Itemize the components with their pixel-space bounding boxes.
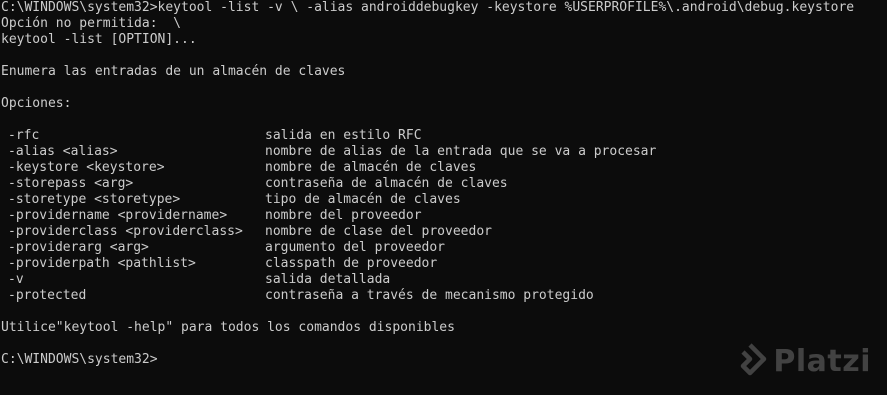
description-line: Enumera las entradas de un almacén de cl… [1, 64, 346, 79]
option-row: -alias <alias> nombre de alias de la ent… [1, 144, 887, 160]
option-row: -providerarg <arg> argumento del proveed… [1, 240, 887, 256]
option-name: -providername <providername> [8, 208, 228, 223]
option-name: -providerclass <providerclass> [8, 224, 243, 239]
option-row: -storetype <storetype> tipo de almacén d… [1, 192, 887, 208]
option-name: -v [8, 272, 24, 287]
option-desc: salida en estilo RFC [265, 128, 422, 143]
option-desc: nombre de clase del proveedor [265, 224, 492, 239]
option-desc: nombre de alias de la entrada que se va … [265, 144, 657, 159]
option-row: -v salida detallada [1, 272, 887, 288]
option-row: -rfc salida en estilo RFC [1, 128, 887, 144]
option-name: -storetype <storetype> [8, 192, 181, 207]
option-desc: nombre del proveedor [265, 208, 422, 223]
platzi-logo-icon [733, 342, 767, 381]
option-row: -storepass <arg> contraseña de almacén d… [1, 176, 887, 192]
option-name: -rfc [8, 128, 40, 143]
option-desc: salida detallada [265, 272, 391, 287]
option-name: -providerarg <arg> [8, 240, 149, 255]
console-window[interactable]: C:\WINDOWS\system32>keytool -list -v \ -… [0, 0, 887, 395]
option-name: -providerpath <pathlist> [8, 256, 196, 271]
option-desc: contraseña de almacén de claves [265, 176, 508, 191]
options-list: -rfc salida en estilo RFC -alias <alias>… [1, 128, 887, 304]
command-line: C:\WINDOWS\system32>keytool -list -v \ -… [1, 0, 855, 15]
option-name: -alias <alias> [8, 144, 118, 159]
option-row: -providername <providername> nombre del … [1, 208, 887, 224]
option-name: -protected [8, 288, 87, 303]
option-row: -protected contraseña a través de mecani… [1, 288, 887, 304]
option-row: -providerpath <pathlist> classpath de pr… [1, 256, 887, 272]
option-row: -providerclass <providerclass> nombre de… [1, 224, 887, 240]
options-header: Opciones: [1, 96, 72, 111]
usage-line: keytool -list [OPTION]... [1, 32, 197, 47]
option-desc: contraseña a través de mecanismo protegi… [265, 288, 594, 303]
prompt: C:\WINDOWS\system32> [1, 352, 158, 367]
platzi-watermark: Platzi [733, 342, 871, 381]
error-line: Opción no permitida: \ [1, 16, 182, 31]
option-desc: nombre de almacén de claves [265, 160, 477, 175]
option-name: -keystore <keystore> [8, 160, 165, 175]
option-desc: classpath de proveedor [265, 256, 438, 271]
option-name: -storepass <arg> [8, 176, 134, 191]
help-line: Utilice"keytool -help" para todos los co… [1, 320, 455, 335]
option-desc: tipo de almacén de claves [265, 192, 461, 207]
option-desc: argumento del proveedor [265, 240, 446, 255]
option-row: -keystore <keystore> nombre de almacén d… [1, 160, 887, 176]
platzi-watermark-text: Platzi [773, 343, 871, 379]
